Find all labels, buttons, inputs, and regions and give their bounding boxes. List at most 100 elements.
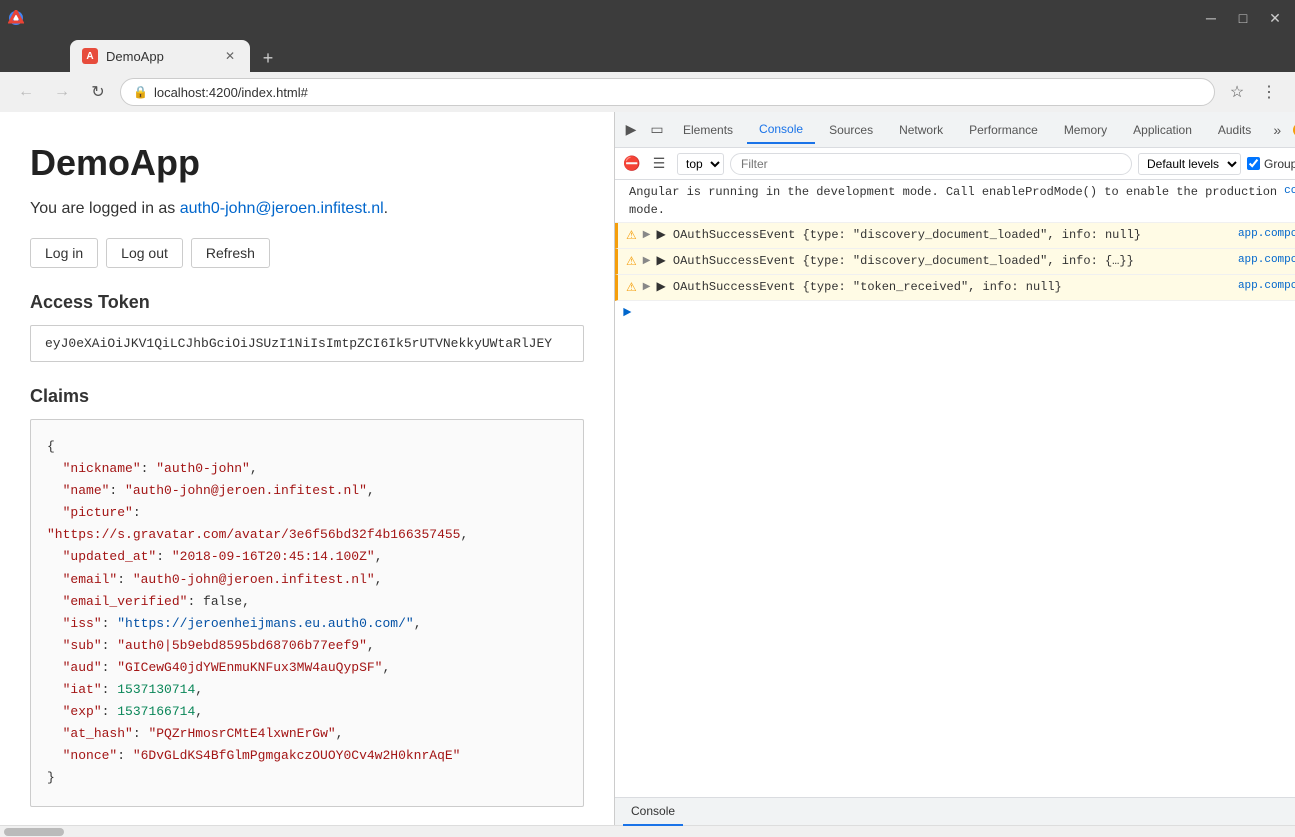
new-tab-button[interactable]: +: [254, 44, 282, 72]
console-source-0[interactable]: core.js:3123: [1284, 183, 1295, 200]
devtools-tab-end: » 3 ⋮ ✕: [1265, 118, 1295, 142]
expand-icon-3[interactable]: ▶: [643, 280, 651, 295]
console-context-select[interactable]: top: [677, 153, 724, 175]
tab-close-button[interactable]: ✕: [222, 48, 238, 64]
browser-scrollbar: [0, 825, 1295, 837]
tab-network[interactable]: Network: [887, 116, 955, 144]
console-filter-input[interactable]: [730, 153, 1132, 175]
claims-label: Claims: [30, 386, 584, 407]
bookmark-button[interactable]: ☆: [1223, 78, 1251, 106]
tab-elements[interactable]: Elements: [671, 116, 745, 144]
claim-iat-key: "iat": [63, 682, 102, 697]
console-message-3: ▶ OAuthSuccessEvent {type: "token_receiv…: [656, 278, 1231, 296]
refresh-button[interactable]: Refresh: [191, 238, 270, 268]
claim-exp-key: "exp": [63, 704, 102, 719]
chrome-icon: [8, 10, 24, 26]
expand-icon-2[interactable]: ▶: [643, 254, 651, 269]
logged-in-suffix: .: [384, 200, 388, 217]
bottom-console-tab[interactable]: Console: [623, 798, 683, 826]
console-source-1[interactable]: app.component.ts:26: [1238, 226, 1295, 243]
console-message-1: ▶ OAuthSuccessEvent {type: "discovery_do…: [656, 226, 1231, 244]
window-controls: ─ □ ✕: [1199, 6, 1287, 30]
action-buttons: Log in Log out Refresh: [30, 238, 584, 268]
access-token-label: Access Token: [30, 292, 584, 313]
browser-chrome: ─ □ ✕ A DemoApp ✕ + ← → ↻ 🔒 localhost:42…: [0, 0, 1295, 112]
warn-icon-2: ⚠: [626, 253, 637, 271]
claim-exp-val: 1537166714: [117, 704, 195, 719]
claim-updated-val: "2018-09-16T20:45:14.100Z": [172, 549, 375, 564]
app-title: DemoApp: [30, 142, 584, 184]
console-clear-button[interactable]: ⛔: [623, 155, 641, 173]
log-out-button[interactable]: Log out: [106, 238, 183, 268]
claim-at-hash-key: "at_hash": [63, 726, 133, 741]
tab-audits[interactable]: Audits: [1206, 116, 1263, 144]
console-level-select[interactable]: Default levels: [1138, 153, 1241, 175]
tab-application[interactable]: Application: [1121, 116, 1204, 144]
console-line-1: ⚠ ▶ ▶ OAuthSuccessEvent {type: "discover…: [615, 223, 1295, 249]
more-tabs-button[interactable]: »: [1265, 118, 1289, 142]
url-bar[interactable]: 🔒 localhost:4200/index.html#: [120, 78, 1215, 106]
console-source-3[interactable]: app.component.ts:26: [1238, 278, 1295, 295]
devtools-tab-bar: ▶ ▭ Elements Console Sources Network Per…: [615, 112, 1295, 148]
claim-picture-key: "picture": [63, 505, 133, 520]
tab-memory[interactable]: Memory: [1052, 116, 1119, 144]
claim-nickname-key: "nickname": [63, 461, 141, 476]
tab-performance[interactable]: Performance: [957, 116, 1050, 144]
prompt-arrow: ►: [623, 305, 631, 321]
devtools-device-button[interactable]: ▭: [645, 118, 669, 142]
claim-nonce-key: "nonce": [63, 748, 118, 763]
tab-bar: A DemoApp ✕ +: [0, 36, 1295, 72]
console-message-0: Angular is running in the development mo…: [629, 183, 1278, 219]
claim-iss-val: "https://jeroenheijmans.eu.auth0.com/": [117, 616, 413, 631]
claim-updated-key: "updated_at": [63, 549, 157, 564]
access-token-value: eyJ0eXAiOiJKV1QiLCJhbGciOiJSUzI1NiIsImtp…: [30, 325, 584, 362]
browser-tab[interactable]: A DemoApp ✕: [70, 40, 250, 72]
claim-sub-val: "auth0|5b9ebd8595bd68706b77eef9": [117, 638, 367, 653]
claim-nickname-val: "auth0-john": [156, 461, 250, 476]
brace-open: {: [47, 439, 55, 454]
console-line-2: ⚠ ▶ ▶ OAuthSuccessEvent {type: "discover…: [615, 249, 1295, 275]
devtools-bottom-bar: Console ✕: [615, 797, 1295, 825]
claim-name-val: "auth0-john@jeroen.infitest.nl": [125, 483, 367, 498]
title-bar: ─ □ ✕: [0, 0, 1295, 36]
user-email-link[interactable]: auth0-john@jeroen.infitest.nl: [180, 200, 384, 217]
close-button[interactable]: ✕: [1263, 6, 1287, 30]
app-content: DemoApp You are logged in as auth0-john@…: [0, 112, 615, 825]
title-bar-left: [8, 10, 24, 26]
browser-actions: ☆ ⋮: [1223, 78, 1283, 106]
minimize-button[interactable]: ─: [1199, 6, 1223, 30]
claim-email-key: "email": [63, 572, 118, 587]
tab-sources[interactable]: Sources: [817, 116, 885, 144]
console-source-2[interactable]: app.component.ts:26: [1238, 252, 1295, 269]
devtools-panel: ▶ ▭ Elements Console Sources Network Per…: [615, 112, 1295, 825]
group-similar-checkbox[interactable]: [1247, 157, 1260, 170]
claim-aud-key: "aud": [63, 660, 102, 675]
url-text: localhost:4200/index.html#: [154, 85, 308, 100]
console-line-3: ⚠ ▶ ▶ OAuthSuccessEvent {type: "token_re…: [615, 275, 1295, 301]
maximize-button[interactable]: □: [1231, 6, 1255, 30]
claim-aud-val: "GICewG40jdYWEnmuKNFux3MW4auQypSF": [117, 660, 382, 675]
claim-iss-key: "iss": [63, 616, 102, 631]
devtools-inspect-button[interactable]: ▶: [619, 118, 643, 142]
log-in-button[interactable]: Log in: [30, 238, 98, 268]
warn-icon-3: ⚠: [626, 279, 637, 297]
group-similar-label: Group similar: [1247, 157, 1295, 171]
scrollbar-thumb[interactable]: [4, 828, 64, 836]
claim-at-hash-val: "PQZrHmosrCMtE4lxwnErGw": [148, 726, 335, 741]
console-toolbar: ⛔ ☰ top Default levels Group similar ⚙: [615, 148, 1295, 180]
logged-in-prefix: You are logged in as: [30, 200, 180, 217]
reload-button[interactable]: ↻: [84, 78, 112, 106]
claims-json: { "nickname": "auth0-john", "name": "aut…: [30, 419, 584, 807]
console-sidebar-button[interactable]: ☰: [647, 152, 671, 176]
more-button[interactable]: ⋮: [1255, 78, 1283, 106]
forward-button[interactable]: →: [48, 78, 76, 106]
tab-favicon: A: [82, 48, 98, 64]
warn-icon-1: ⚠: [626, 227, 637, 245]
logged-in-text: You are logged in as auth0-john@jeroen.i…: [30, 200, 584, 218]
tab-console[interactable]: Console: [747, 116, 815, 144]
claim-picture-val: "https://s.gravatar.com/avatar/3e6f56bd3…: [47, 527, 460, 542]
expand-icon-1[interactable]: ▶: [643, 228, 651, 243]
back-button[interactable]: ←: [12, 78, 40, 106]
claim-email-verified-val: false: [203, 594, 242, 609]
claim-email-val: "auth0-john@jeroen.infitest.nl": [133, 572, 375, 587]
